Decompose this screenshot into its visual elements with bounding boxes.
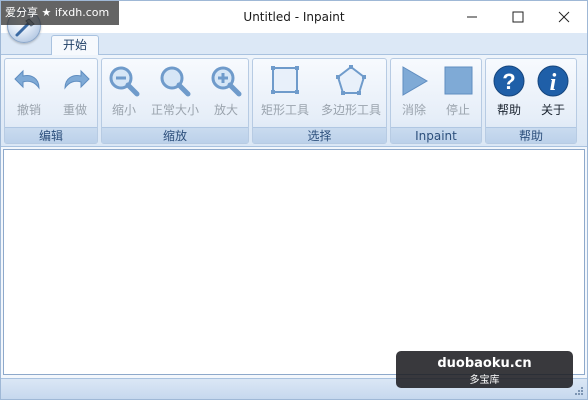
ribbon-tab-strip: 开始 (1, 33, 587, 56)
group-select: 矩形工具 多边形工具 选择 (252, 58, 387, 144)
group-edit: 撤销 重做 编辑 (4, 58, 98, 144)
erase-button[interactable]: 消除 (393, 62, 435, 126)
rectangle-tool-icon (271, 66, 299, 94)
group-label-zoom: 缩放 (102, 127, 248, 143)
group-inpaint: 消除 停止 Inpaint (390, 58, 482, 144)
zoom-in-button[interactable]: 放大 (206, 62, 246, 126)
watermark-logo: duobaoku.cn 多宝库 (396, 351, 573, 388)
help-icon: ? (493, 65, 525, 97)
stop-icon (444, 66, 473, 95)
redo-icon (64, 69, 90, 90)
play-icon (402, 66, 428, 96)
svg-text:i: i (550, 70, 557, 96)
minimize-button[interactable] (449, 1, 495, 33)
undo-icon (14, 69, 40, 90)
group-help: ? 帮助 i 关于 帮助 (485, 58, 577, 144)
maximize-icon (512, 11, 524, 23)
redo-button[interactable]: 重做 (53, 62, 97, 126)
zoom-normal-icon (160, 66, 191, 97)
minimize-icon (467, 16, 477, 18)
polygon-tool-icon (336, 65, 366, 95)
group-label-select: 选择 (253, 127, 386, 143)
watermark-badge: 爱分享 ★ ifxdh.com (1, 1, 119, 25)
svg-text:?: ? (502, 69, 515, 94)
about-button[interactable]: i 关于 (532, 62, 574, 126)
group-label-help: 帮助 (486, 127, 576, 143)
group-label-inpaint: Inpaint (391, 127, 481, 143)
stop-button[interactable]: 停止 (437, 62, 479, 126)
close-icon (558, 11, 570, 23)
resize-grip-icon[interactable] (574, 386, 584, 396)
zoom-normal-button[interactable]: 正常大小 (146, 62, 204, 126)
undo-button[interactable]: 撤销 (7, 62, 51, 126)
zoom-in-icon (211, 66, 242, 97)
group-zoom: 缩小 正常大小 放大 缩放 (101, 58, 249, 144)
ribbon: 撤销 重做 编辑 缩小 正常大小 放大 缩放 矩形工具 多边形工具 选择 消除 … (1, 55, 587, 147)
info-icon: i (537, 65, 569, 97)
watermark-site: duobaoku.cn (437, 356, 532, 371)
tab-home[interactable]: 开始 (51, 35, 99, 56)
zoom-out-button[interactable]: 缩小 (104, 62, 144, 126)
maximize-button[interactable] (495, 1, 541, 33)
group-label-edit: 编辑 (5, 127, 97, 143)
watermark-name: 多宝库 (469, 375, 500, 386)
close-button[interactable] (541, 1, 587, 33)
zoom-out-icon (109, 66, 140, 97)
rectangle-tool-button[interactable]: 矩形工具 (255, 62, 315, 126)
polygon-tool-button[interactable]: 多边形工具 (317, 62, 385, 126)
image-canvas[interactable] (3, 149, 585, 375)
app-window: Untitled - Inpaint 开始 撤销 重做 编辑 缩小 正常大小 放… (0, 0, 588, 400)
help-button[interactable]: ? 帮助 (488, 62, 530, 126)
